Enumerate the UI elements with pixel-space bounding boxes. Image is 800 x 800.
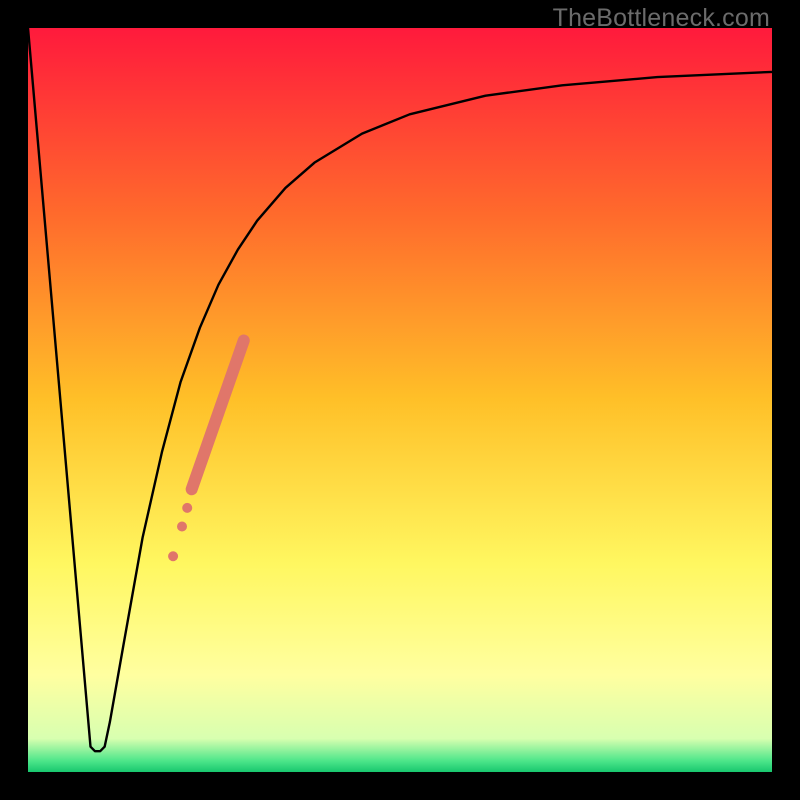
bottleneck-curve (28, 28, 772, 751)
chart-frame (28, 28, 772, 772)
highlight-segment (192, 340, 244, 489)
highlight-dots (168, 503, 192, 561)
chart-plot (28, 28, 772, 772)
